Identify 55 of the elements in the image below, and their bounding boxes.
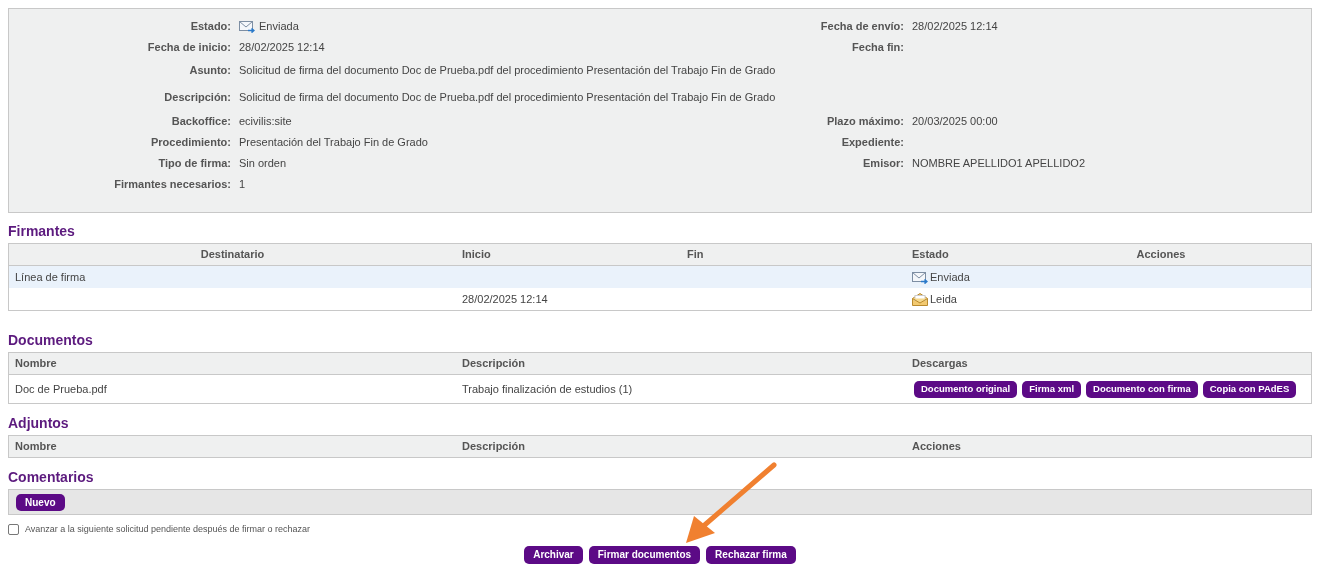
field-value: Solicitud de firma del documento Doc de Prueba.pdf del procedimiento Presentación del Trabajo Fin de Grado: [239, 63, 776, 79]
table-cell: Doc de Prueba.pdf: [15, 382, 107, 395]
column-header: Nombre: [15, 357, 57, 370]
column-header: Acciones: [1136, 248, 1186, 261]
download-button[interactable]: Copia con PAdES: [1202, 380, 1297, 398]
column-header: Acciones: [912, 440, 961, 453]
field-value: 20/03/2025 00:00: [912, 114, 998, 130]
column-header: Estado: [912, 248, 949, 261]
column-header: Inicio: [462, 248, 491, 261]
field-label: Procedimiento:: [150, 136, 231, 149]
field-value: 28/02/2025 12:14: [239, 40, 325, 56]
column-header: Descargas: [912, 357, 968, 370]
field-label: Asunto:: [189, 64, 231, 77]
field-value: Sin orden: [239, 156, 287, 172]
section-title: Comentarios: [8, 468, 95, 486]
field-label: Fecha de envío:: [820, 20, 904, 33]
field-value: Presentación del Trabajo Fin de Grado: [239, 135, 428, 151]
table-cell: 28/02/2025 12:14: [462, 292, 548, 305]
field-label: Backoffice:: [171, 115, 231, 128]
column-header: Descripción: [462, 440, 525, 453]
field-label: Fecha fin:: [852, 41, 904, 54]
field-value: ecivilis:site: [239, 114, 292, 130]
column-header: Destinatario: [200, 248, 265, 261]
field-label: Plazo máximo:: [826, 115, 904, 128]
field-label: Descripción:: [164, 90, 231, 103]
action-button[interactable]: Firmar documentos: [588, 545, 701, 564]
new-comment-button[interactable]: Nuevo: [16, 493, 65, 511]
table-cell: Línea de firma: [15, 270, 86, 283]
checkbox-label: Avanzar a la siguiente solicitud pendiente después de firmar o rechazar: [25, 523, 310, 536]
field-label: Estado:: [190, 20, 231, 33]
section-title: Documentos: [8, 331, 94, 349]
action-button[interactable]: Archivar: [524, 545, 583, 564]
table-cell: Trabajo finalización de estudios (1): [462, 382, 633, 395]
section-title: Firmantes: [8, 222, 76, 240]
download-button[interactable]: Documento original: [914, 380, 1018, 398]
download-button[interactable]: Documento con firma: [1086, 380, 1198, 398]
field-label: Tipo de firma:: [158, 157, 231, 170]
status-text: Leida: [930, 291, 957, 307]
column-header: Descripción: [462, 357, 525, 370]
section-title: Adjuntos: [8, 414, 70, 432]
field-value: 28/02/2025 12:14: [912, 19, 998, 35]
field-label: Firmantes necesarios:: [114, 178, 231, 191]
field-label: Expediente:: [841, 136, 904, 149]
download-button[interactable]: Firma xml: [1022, 380, 1082, 398]
field-label: Emisor:: [863, 157, 904, 170]
action-button[interactable]: Rechazar firma: [706, 545, 796, 564]
status-text: Enviada: [930, 269, 970, 285]
column-header: Fin: [687, 248, 704, 261]
checkbox[interactable]: [8, 524, 19, 536]
field-value: 1: [239, 177, 246, 193]
field-value: NOMBRE APELLIDO1 APELLIDO2: [912, 156, 1086, 172]
field-value: Enviada: [259, 19, 299, 35]
field-value: Solicitud de firma del documento Doc de Prueba.pdf del procedimiento Presentación del Trabajo Fin de Grado: [239, 89, 776, 105]
field-label: Fecha de inicio:: [147, 41, 231, 54]
column-header: Nombre: [15, 440, 57, 453]
